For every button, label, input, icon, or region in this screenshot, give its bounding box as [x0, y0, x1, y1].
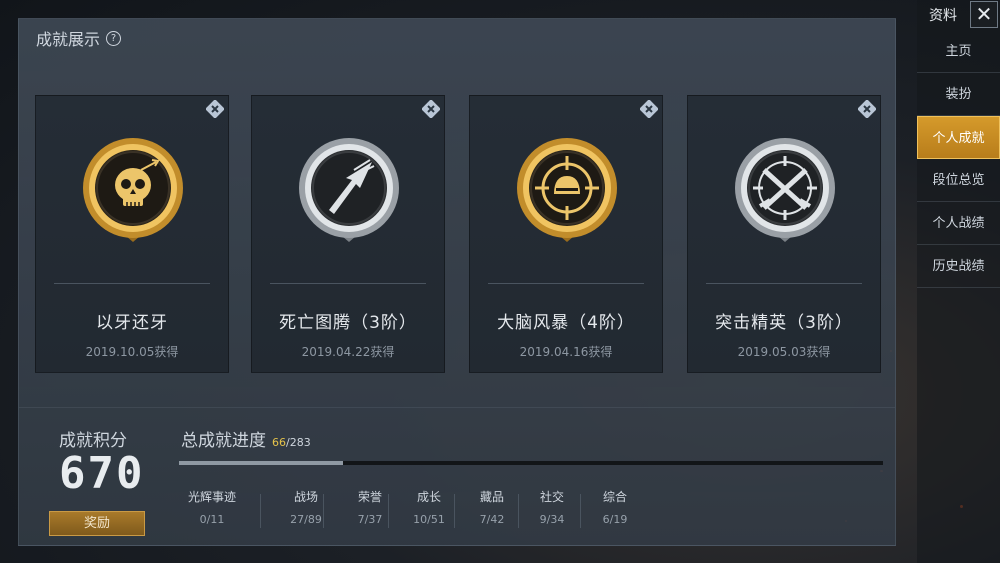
achievement-date: 2019.04.22获得 [301, 345, 395, 359]
sidebar-item-achievements[interactable]: 个人成就 [917, 116, 1000, 159]
category-value: 10/51 [413, 513, 445, 526]
progress-bar [179, 461, 883, 465]
category-item[interactable]: 社交 9/34 [519, 488, 585, 526]
arrowhead-icon [299, 138, 399, 242]
category-label: 综合 [602, 490, 627, 504]
panel-title-text: 成就展示 [36, 30, 101, 49]
achievement-card[interactable]: 死亡图腾（3阶） 2019.04.22获得 [251, 95, 445, 373]
category-item[interactable]: 光辉事迹 0/11 [179, 488, 245, 526]
category-divider [323, 494, 324, 528]
category-label: 战场 [293, 490, 318, 504]
sidebar-header: 资料 ✕ [917, 0, 1000, 30]
category-value: 0/11 [199, 513, 225, 526]
achievement-name: 以牙还牙 [96, 313, 168, 333]
achievement-card[interactable]: 以牙还牙 2019.10.05获得 [35, 95, 229, 373]
category-value: 9/34 [539, 513, 565, 526]
category-label: 藏品 [479, 490, 504, 504]
achievement-date: 2019.10.05获得 [85, 345, 179, 359]
achievement-date: 2019.05.03获得 [737, 345, 831, 359]
category-divider [260, 494, 261, 528]
close-icon[interactable]: ✕ [970, 1, 998, 28]
achievement-date: 2019.04.16获得 [519, 345, 613, 359]
swap-icon[interactable] [422, 100, 440, 118]
achievement-card[interactable]: 大脑风暴（4阶） 2019.04.16获得 [469, 95, 663, 373]
category-item[interactable]: 荣誉 7/37 [337, 488, 403, 526]
category-label: 成长 [416, 490, 441, 504]
sidebar-item-rank-overview[interactable]: 段位总览 [917, 159, 1000, 202]
category-value: 7/37 [357, 513, 383, 526]
category-item[interactable]: 战场 27/89 [274, 488, 338, 526]
progress-fill [179, 461, 344, 465]
score-value: 670 [59, 448, 145, 499]
sidebar-item-history-record[interactable]: 历史战绩 [917, 245, 1000, 288]
question-circle-icon[interactable]: ? [106, 30, 122, 46]
progress-title-text: 总成就进度 [181, 431, 266, 451]
category-label: 荣誉 [357, 490, 382, 504]
category-value: 7/42 [479, 513, 505, 526]
panel-title: 成就展示 ? [36, 26, 122, 50]
progress-title: 总成就进度 66/283 [181, 426, 311, 451]
sidebar-item-home[interactable]: 主页 [917, 30, 1000, 73]
achievement-name: 突击精英（3阶） [715, 313, 853, 333]
swap-icon[interactable] [858, 100, 876, 118]
progress-current: 66 [272, 436, 286, 449]
category-divider [388, 494, 389, 528]
progress-total: /283 [286, 436, 311, 449]
card-divider [488, 283, 644, 284]
category-label: 社交 [539, 490, 564, 504]
category-divider [580, 494, 581, 528]
category-item[interactable]: 综合 6/19 [582, 488, 648, 526]
helmet-crosshair-icon [517, 138, 617, 242]
card-divider [270, 283, 426, 284]
crossed-rifles-icon [735, 138, 835, 242]
achievement-name: 死亡图腾（3阶） [279, 313, 417, 333]
category-list: 光辉事迹 0/11 战场 27/89 荣誉 7/37 成长 10/51 藏品 7… [179, 488, 639, 538]
skull-icon [83, 138, 183, 242]
category-item[interactable]: 成长 10/51 [396, 488, 462, 526]
category-label: 光辉事迹 [187, 490, 236, 504]
achievement-name: 大脑风暴（4阶） [497, 313, 635, 333]
sidebar-item-outfit[interactable]: 装扮 [917, 73, 1000, 116]
sidebar-title: 资料 [929, 8, 957, 24]
swap-icon[interactable] [640, 100, 658, 118]
swap-icon[interactable] [206, 100, 224, 118]
card-divider [706, 283, 862, 284]
profile-sidebar: 资料 ✕ 主页 装扮 个人成就 段位总览 个人战绩 历史战绩 [917, 0, 1000, 563]
progress-count: 66/283 [272, 436, 311, 449]
category-value: 6/19 [602, 513, 628, 526]
summary-section: 成就积分 670 奖励 总成就进度 66/283 光辉事迹 0/11 战场 27… [19, 407, 895, 548]
category-item[interactable]: 藏品 7/42 [459, 488, 525, 526]
reward-button[interactable]: 奖励 [49, 511, 145, 536]
sidebar-item-personal-record[interactable]: 个人战绩 [917, 202, 1000, 245]
card-divider [54, 283, 210, 284]
achievement-panel: 成就展示 ? 以牙还牙 2019.10.05获得 死亡图腾（3阶） 2019.0… [18, 18, 896, 546]
category-divider [454, 494, 455, 528]
category-value: 27/89 [290, 513, 322, 526]
achievement-card[interactable]: 突击精英（3阶） 2019.05.03获得 [687, 95, 881, 373]
